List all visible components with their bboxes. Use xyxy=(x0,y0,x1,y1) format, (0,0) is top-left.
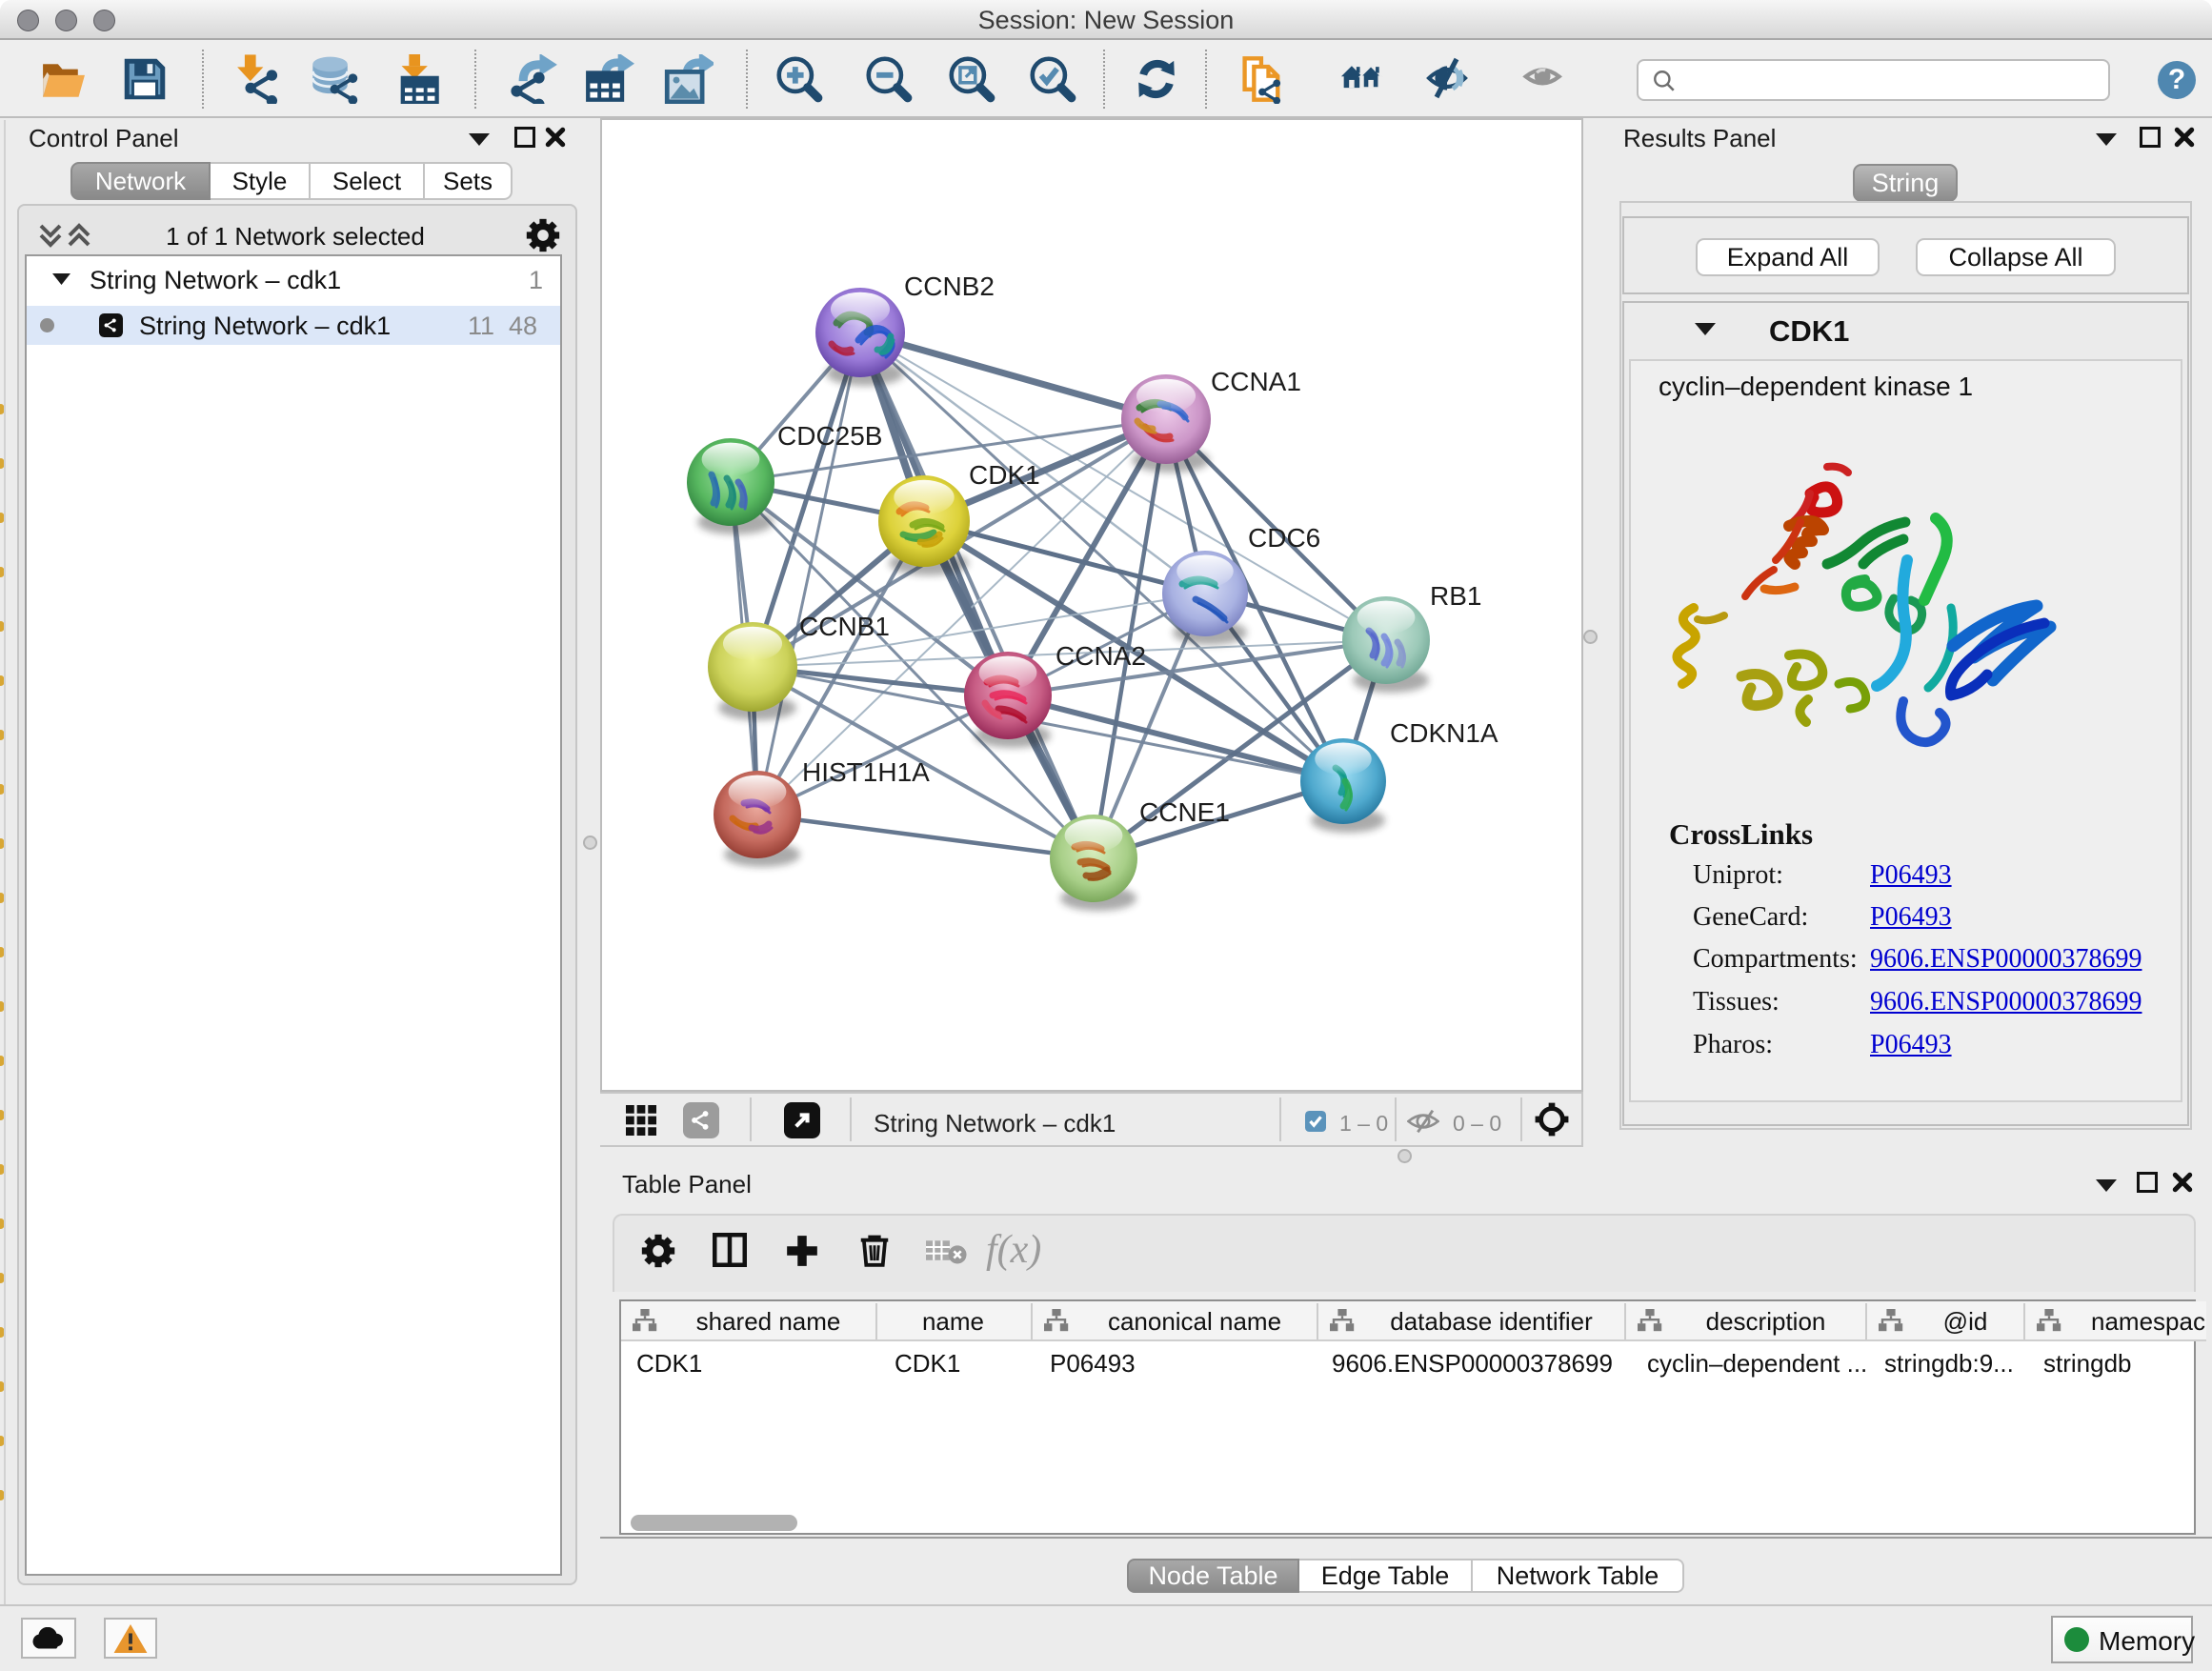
svg-text:CCNA1: CCNA1 xyxy=(1211,367,1301,396)
svg-text:CCNB1: CCNB1 xyxy=(799,612,890,641)
svg-text:CCNE1: CCNE1 xyxy=(1139,797,1230,827)
svg-text:CCNB2: CCNB2 xyxy=(904,272,995,301)
svg-text:CDC6: CDC6 xyxy=(1248,523,1320,553)
svg-text:CDKN1A: CDKN1A xyxy=(1390,718,1498,748)
svg-text:CDK1: CDK1 xyxy=(969,460,1040,490)
svg-text:HIST1H1A: HIST1H1A xyxy=(802,757,930,787)
svg-text:CDC25B: CDC25B xyxy=(777,421,882,451)
svg-text:CCNA2: CCNA2 xyxy=(1056,641,1146,671)
svg-text:RB1: RB1 xyxy=(1430,581,1481,611)
